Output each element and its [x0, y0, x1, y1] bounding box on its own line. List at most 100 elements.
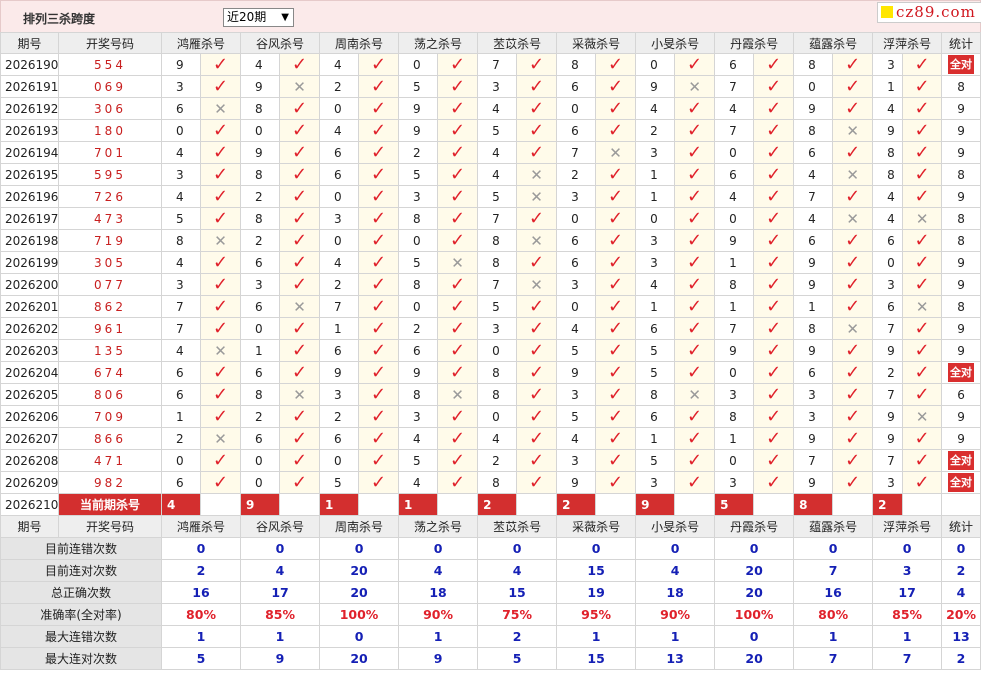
check-icon: ✓ [291, 251, 308, 273]
kill-digit: 9 [714, 229, 755, 252]
check-icon: ✓ [199, 141, 242, 164]
stats-value: 3 [872, 559, 943, 582]
check-icon: ✓ [845, 405, 861, 427]
stat-cell: 9 [941, 405, 981, 428]
kill-digit: 7 [793, 449, 834, 472]
kill-digit: 0 [319, 229, 360, 252]
check-icon: ✓ [529, 339, 545, 361]
check-icon: ✓ [753, 383, 795, 406]
kill-digit: 4 [319, 53, 360, 76]
check-icon: ✓ [291, 361, 308, 383]
kill-digit: 9 [240, 141, 281, 164]
stats-value: 0 [714, 625, 795, 648]
check-icon: ✓ [687, 405, 703, 427]
all-correct-badge: 全对 [948, 473, 975, 492]
check-icon: ✓ [279, 427, 321, 450]
stats-value: 19 [556, 581, 637, 604]
kill-digit: 6 [319, 427, 360, 450]
kill-digit: 9 [240, 75, 281, 98]
check-icon: ✓ [832, 53, 874, 76]
kill-digit: 1 [161, 405, 201, 428]
stats-value: 0 [793, 537, 874, 560]
check-icon: ✓ [608, 229, 624, 251]
cross-icon: ✕ [451, 253, 464, 272]
check-icon: ✓ [608, 317, 624, 339]
check-icon: ✓ [845, 229, 861, 251]
current-kill-spacer [437, 493, 479, 516]
stats-value: 4 [477, 559, 558, 582]
column-header: 丹霞杀号 [714, 32, 795, 54]
kill-digit: 8 [635, 383, 676, 406]
check-icon: ✓ [914, 185, 930, 207]
kill-digit: 9 [872, 405, 904, 428]
check-icon: ✓ [370, 75, 387, 97]
kill-digit: 4 [793, 207, 834, 230]
kill-digit: 8 [477, 251, 518, 274]
stats-value: 18 [635, 581, 716, 604]
kill-digit: 0 [872, 251, 904, 274]
table-row: 2026196 726 4 ✓ 2 ✓ 0 ✓ 3 ✓ 5 ✕ 3 ✓ 1 ✓ 4 ✓ 7 ✓ 4 ✓ 9 [0, 185, 981, 208]
stats-value: 1 [635, 625, 716, 648]
stats-row: 最大连对次数 5 9 20 9 5 15 13 20 7 7 2 [0, 647, 981, 670]
period-id: 2026193 [0, 119, 59, 142]
check-icon: ✓ [437, 163, 479, 186]
cross-icon: ✕ [832, 119, 874, 142]
check-icon: ✓ [529, 449, 545, 471]
column-header: 小旻杀号 [635, 515, 716, 538]
kill-digit: 9 [793, 273, 834, 296]
stat-value: 8 [957, 211, 965, 226]
check-icon: ✓ [753, 339, 795, 362]
cross-icon: ✕ [437, 251, 479, 274]
check-icon: ✓ [516, 361, 558, 384]
stats-value: 1 [556, 625, 637, 648]
stat-value: 8 [957, 299, 965, 314]
stats-value: 9 [398, 647, 479, 670]
site-logo[interactable]: cz89.com [877, 2, 981, 23]
check-icon: ✓ [370, 273, 387, 295]
check-icon: ✓ [529, 119, 545, 141]
check-icon: ✓ [914, 383, 930, 405]
check-icon: ✓ [766, 427, 782, 449]
kill-digit: 9 [398, 361, 439, 384]
current-kill-number: 8 [793, 493, 834, 516]
column-header: 采薇杀号 [556, 515, 637, 538]
check-icon: ✓ [674, 97, 716, 120]
period-select[interactable]: 近20期 ▼ [223, 8, 294, 27]
stat-value: 6 [957, 387, 965, 402]
stats-value: 1 [160, 625, 242, 648]
check-icon: ✓ [753, 75, 795, 98]
check-icon: ✓ [902, 383, 943, 406]
column-header: 统计 [941, 515, 981, 538]
stats-value: 1 [872, 625, 943, 648]
kill-digit: 7 [872, 383, 904, 406]
stats-value: 0 [941, 537, 981, 560]
check-icon: ✓ [845, 97, 861, 119]
check-icon: ✓ [291, 185, 308, 207]
current-stat-empty [941, 493, 981, 516]
kill-digit: 9 [556, 361, 597, 384]
check-icon: ✓ [674, 119, 716, 142]
kill-digit: 5 [477, 295, 518, 318]
cross-icon: ✕ [530, 231, 543, 250]
draw-number: 674 [58, 361, 162, 384]
header-row: 期号 开奖号码 鸿雁杀号 谷风杀号 周南杀号 荡之杀号 苤苡杀号 采薇杀号 小旻杀号 丹霞杀号 蕴露… [0, 32, 981, 54]
check-icon: ✓ [212, 119, 229, 141]
check-icon: ✓ [529, 251, 545, 273]
check-icon: ✓ [529, 295, 545, 317]
cross-icon: ✕ [451, 385, 464, 404]
draw-number: 862 [58, 295, 162, 318]
check-icon: ✓ [370, 119, 387, 141]
check-icon: ✓ [212, 251, 229, 273]
check-icon: ✓ [766, 53, 782, 75]
check-icon: ✓ [358, 97, 400, 120]
check-icon: ✓ [595, 97, 637, 120]
kill-digit: 1 [635, 185, 676, 208]
check-icon: ✓ [902, 317, 943, 340]
cross-icon: ✕ [674, 75, 716, 98]
stats-value: 75% [477, 603, 558, 626]
check-icon: ✓ [902, 229, 943, 252]
check-icon: ✓ [674, 361, 716, 384]
check-icon: ✓ [370, 317, 387, 339]
stats-row: 目前连对次数 2 4 20 4 4 15 4 20 7 3 2 [0, 559, 981, 582]
check-icon: ✓ [687, 427, 703, 449]
